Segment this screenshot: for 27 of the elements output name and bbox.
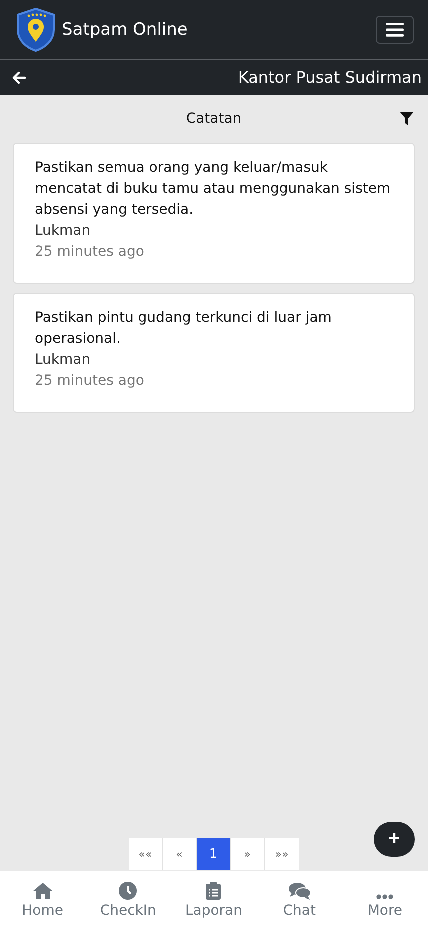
nav-tab[interactable]: Chat [256,871,342,929]
note-author: Lukman [35,351,92,370]
app-title: Satpam Online [62,20,189,40]
location-title: Kantor Pusat Sudirman [238,68,422,87]
note-time: 25 minutes ago [35,243,146,262]
note-text: Pastikan pintu gudang terkunci di luar jam operasional. [35,309,333,349]
clipboard-icon [206,882,222,900]
section-title: Catatan [186,111,242,127]
menu-icon [386,22,404,36]
note-text: Pastikan semua orang yang keluar/masuk mencatat di buku tamu atau menggunakan sistem absensi yang tersedia. [35,159,392,220]
menu-button[interactable] [376,16,414,44]
page-button[interactable]: «« [129,838,163,870]
more-dots-icon [376,894,394,900]
nav-tab[interactable]: Home [0,871,86,929]
nav-tab[interactable]: Laporan [171,871,257,929]
nav-tab[interactable]: More [342,871,428,929]
nav-tab[interactable]: CheckIn [86,871,172,929]
chat-bubbles-icon [288,882,311,900]
house-icon [32,882,54,900]
shield-pin-logo-icon [16,8,56,52]
clock-icon [119,882,138,900]
back-arrow-icon[interactable] [12,70,26,84]
add-button[interactable]: + [374,822,415,857]
filter-icon[interactable] [400,112,414,126]
note-time: 25 minutes ago [35,372,146,391]
note-author: Lukman [35,222,92,241]
page-button[interactable]: 1 [197,838,231,870]
